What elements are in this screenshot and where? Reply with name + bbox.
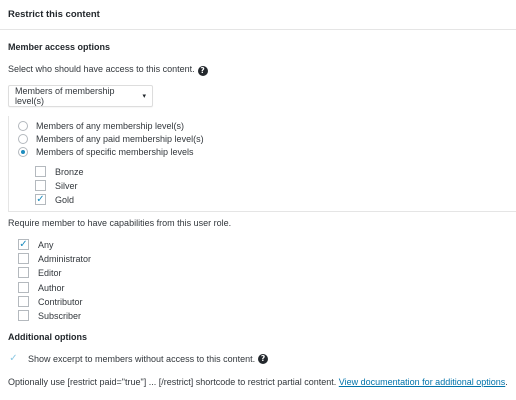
- access-select-value: Members of membership level(s): [15, 86, 115, 106]
- role-author[interactable]: Author: [18, 282, 65, 293]
- radio-label: Members of any paid membership level(s): [36, 134, 204, 144]
- panel-title: Restrict this content: [8, 9, 100, 20]
- role-subscriber[interactable]: Subscriber: [18, 310, 81, 321]
- radio-label: Members of specific membership levels: [36, 147, 194, 157]
- panel-header[interactable]: Restrict this content: [0, 0, 516, 30]
- radio-specific-levels[interactable]: Members of specific membership levels: [18, 147, 194, 157]
- role-label: Any: [38, 239, 54, 250]
- note-period: .: [505, 377, 508, 387]
- excerpt-option[interactable]: ✓ Show excerpt to members without access…: [8, 353, 269, 364]
- role-contributor[interactable]: Contributor: [18, 296, 83, 307]
- radio-any-level[interactable]: Members of any membership level(s): [18, 121, 184, 131]
- role-editor[interactable]: Editor: [18, 267, 62, 278]
- role-label: Contributor: [38, 296, 83, 307]
- level-label: Gold: [55, 194, 75, 205]
- shortcode-note: Optionally use [restrict paid="true"] ..…: [8, 377, 337, 387]
- additional-options-heading: Additional options: [8, 332, 87, 342]
- level-label: Silver: [55, 180, 78, 191]
- checkbox[interactable]: [18, 253, 29, 264]
- checkbox-checked[interactable]: ✓: [18, 239, 29, 250]
- checkbox[interactable]: [18, 282, 29, 293]
- checkbox[interactable]: [18, 310, 29, 321]
- help-icon[interactable]: ?: [258, 353, 269, 364]
- options-indent-rule: [8, 116, 9, 211]
- chevron-down-icon: ▾: [142, 93, 146, 100]
- documentation-link[interactable]: View documentation for additional option…: [339, 377, 505, 387]
- level-label: Bronze: [55, 166, 84, 177]
- section-divider: [8, 211, 516, 212]
- access-prompt-line: Select who should have access to this co…: [8, 64, 208, 76]
- shortcode-note-line: Optionally use [restrict paid="true"] ..…: [8, 377, 508, 387]
- checkbox-checked[interactable]: ✓: [8, 353, 19, 364]
- radio-any-paid-level[interactable]: Members of any paid membership level(s): [18, 134, 204, 144]
- level-bronze[interactable]: Bronze: [35, 166, 84, 177]
- role-label: Subscriber: [38, 310, 82, 321]
- checkbox[interactable]: [18, 267, 29, 278]
- radio-button-selected[interactable]: [18, 147, 28, 157]
- role-label: Editor: [38, 267, 62, 278]
- radio-label: Members of any membership level(s): [36, 121, 185, 131]
- role-any[interactable]: ✓ Any: [18, 239, 54, 250]
- capabilities-prompt: Require member to have capabilities from…: [8, 218, 232, 228]
- excerpt-label: Show excerpt to members without access t…: [28, 353, 256, 364]
- checkbox[interactable]: [35, 166, 46, 177]
- role-administrator[interactable]: Administrator: [18, 253, 91, 264]
- help-icon[interactable]: ?: [197, 66, 208, 76]
- checkbox[interactable]: [35, 180, 46, 191]
- role-label: Author: [38, 282, 65, 293]
- radio-button[interactable]: [18, 134, 28, 144]
- checkbox-checked[interactable]: ✓: [35, 194, 46, 205]
- access-select[interactable]: Members of membership level(s) ▾: [8, 85, 153, 107]
- role-label: Administrator: [38, 253, 92, 264]
- member-access-heading: Member access options: [8, 42, 111, 52]
- radio-button[interactable]: [18, 121, 28, 131]
- access-prompt: Select who should have access to this co…: [8, 64, 195, 74]
- level-gold[interactable]: ✓ Gold: [35, 194, 74, 205]
- level-silver[interactable]: Silver: [35, 180, 78, 191]
- checkbox[interactable]: [18, 296, 29, 307]
